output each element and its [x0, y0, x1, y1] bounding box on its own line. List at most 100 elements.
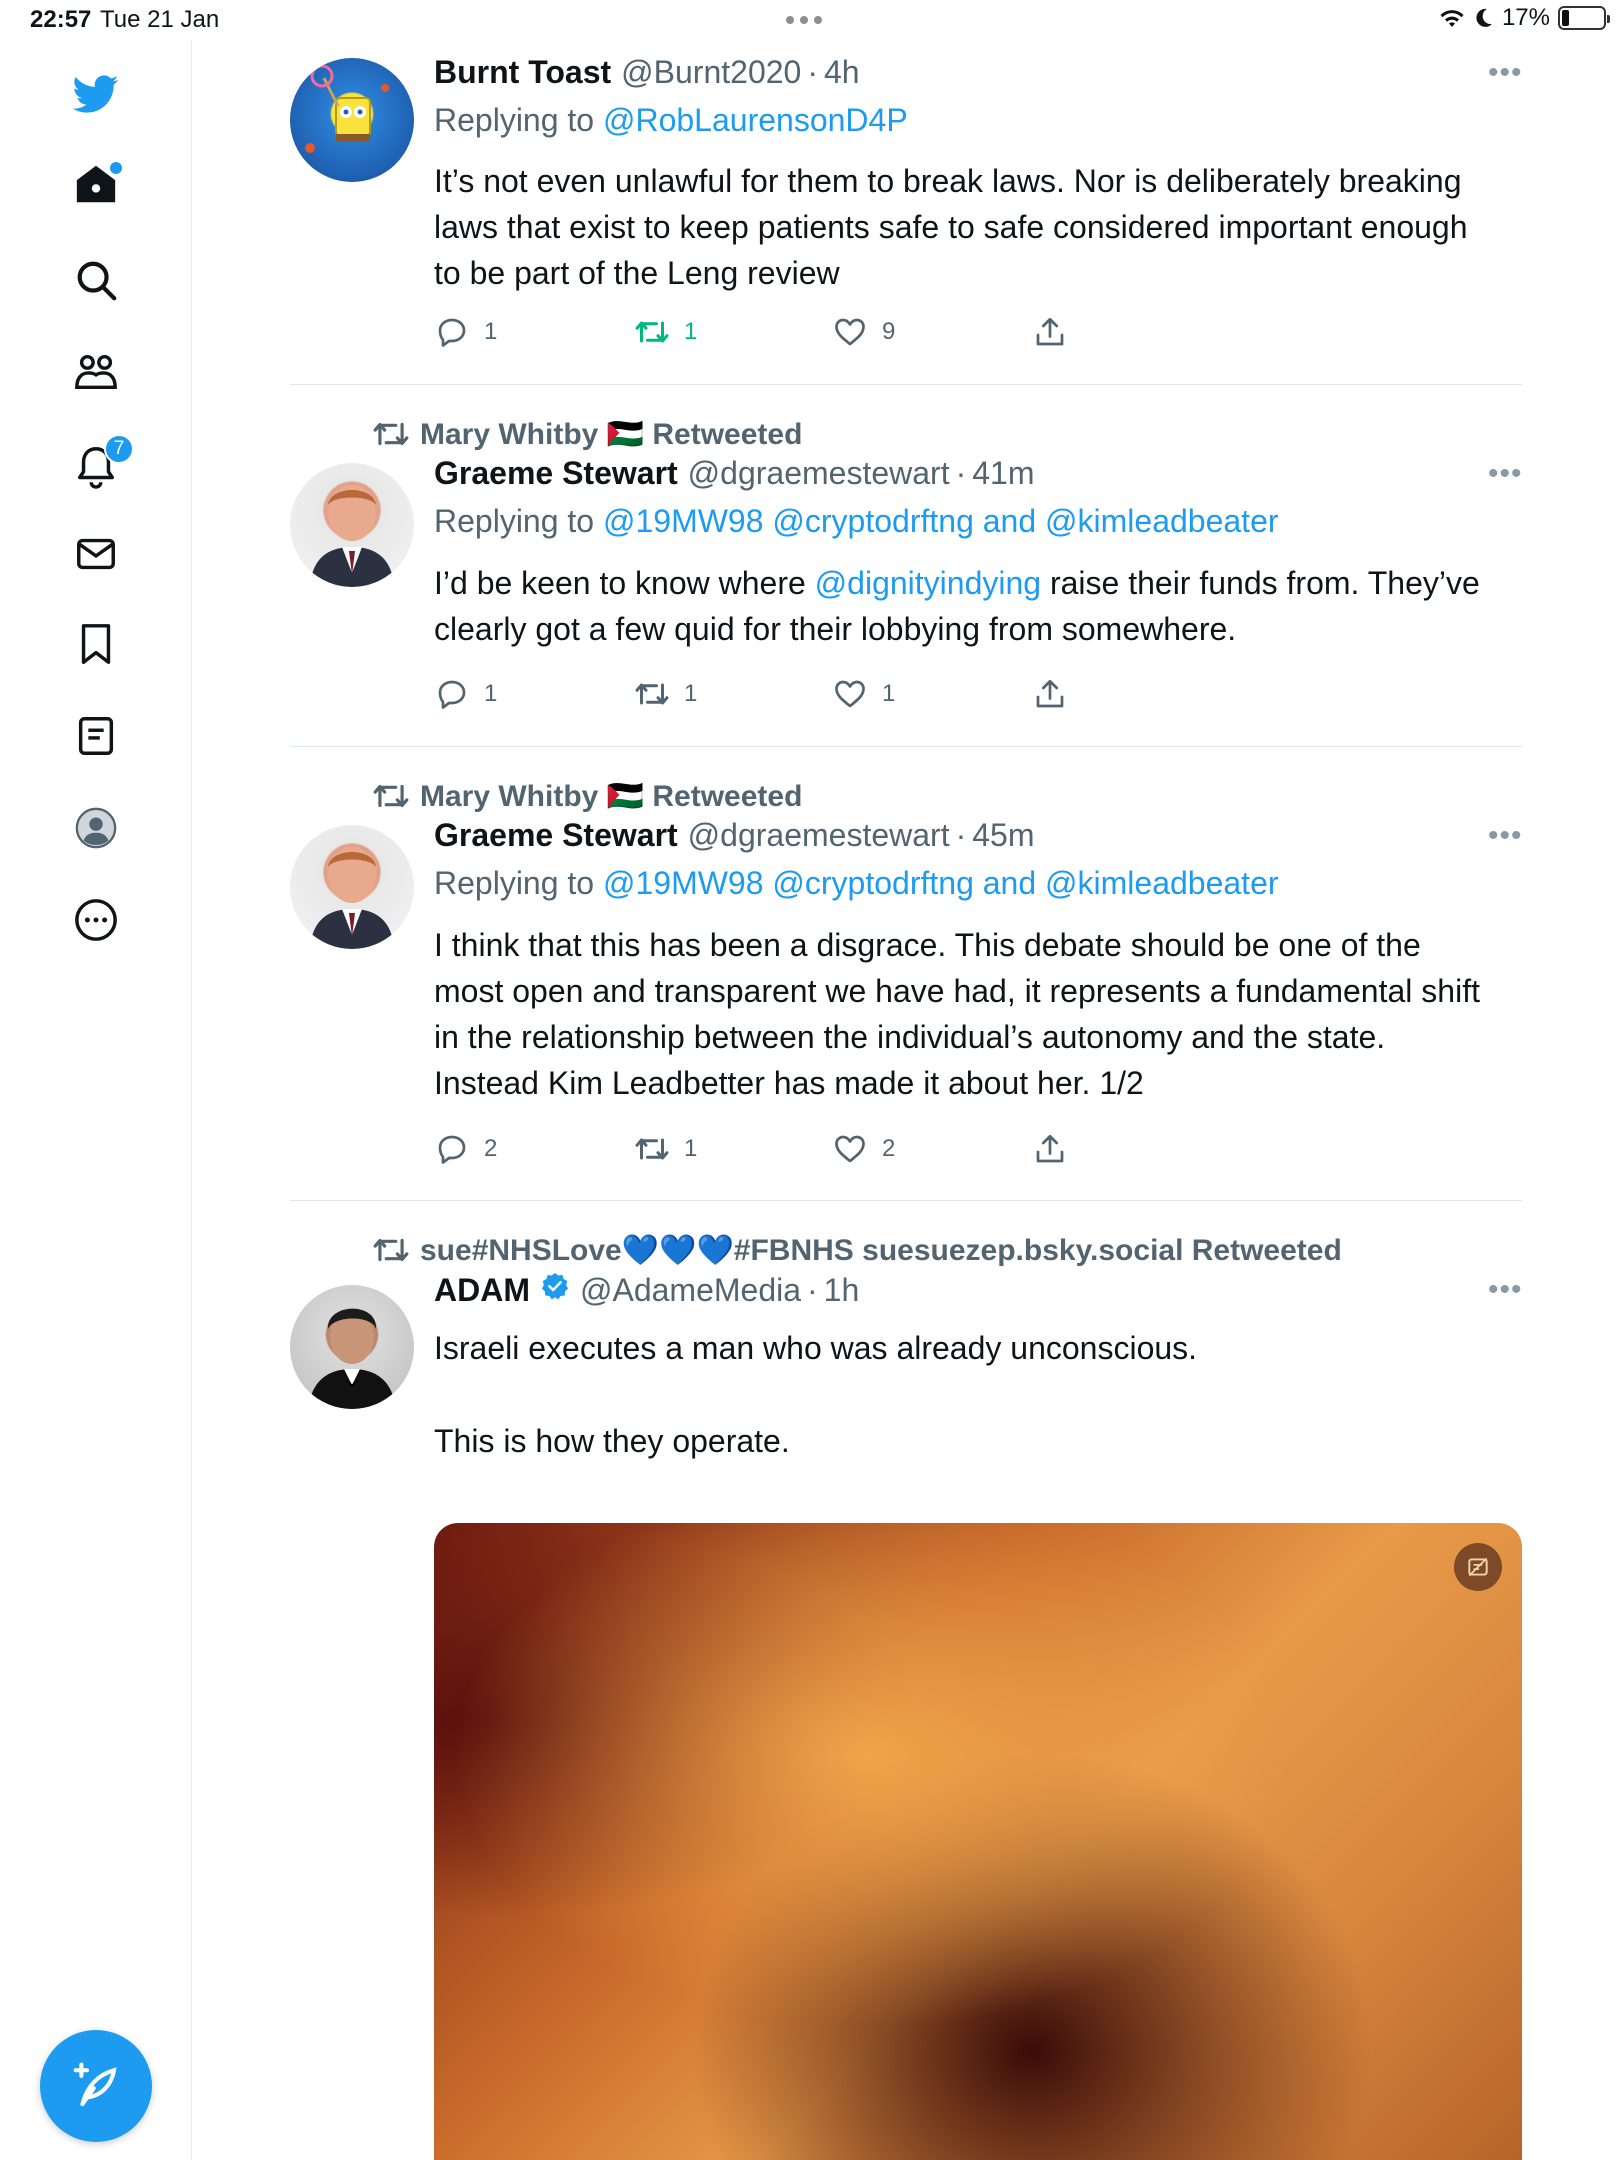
author-handle[interactable]: @dgraemestewart — [688, 455, 950, 492]
spongebob-avatar-image — [305, 64, 389, 153]
author-name[interactable]: ADAM — [434, 1272, 530, 1309]
author-handle[interactable]: @dgraemestewart — [688, 817, 950, 854]
mention-link[interactable]: @dignityindying — [815, 565, 1041, 601]
tweet-header: ADAM @AdameMedia · 1h — [434, 1271, 859, 1309]
share-button[interactable] — [1032, 676, 1068, 712]
retweeted-by-line[interactable]: Mary Whitby 🇵🇸 Retweeted — [372, 415, 802, 453]
replying-to-label: Replying to — [434, 503, 595, 539]
author-name[interactable]: Graeme Stewart — [434, 817, 678, 854]
reply-button[interactable]: 2 — [434, 1131, 497, 1167]
compose-feather-icon — [73, 2062, 117, 2107]
retweet-icon — [635, 1138, 669, 1160]
replying-to-mention[interactable]: @RobLaurensonD4P — [603, 102, 908, 138]
avatar[interactable] — [290, 58, 414, 182]
sidebar-item-search[interactable] — [60, 244, 132, 316]
share-button[interactable] — [1032, 314, 1068, 350]
tweet-more-button[interactable]: ••• — [1488, 819, 1523, 853]
avatar[interactable] — [290, 1285, 414, 1409]
twitter-logo-icon[interactable] — [60, 58, 132, 130]
author-name[interactable]: Burnt Toast — [434, 54, 611, 91]
tweet-more-button[interactable]: ••• — [1488, 1273, 1523, 1307]
home-unread-dot — [110, 162, 122, 174]
tweet-more-button[interactable]: ••• — [1488, 457, 1523, 491]
retweet-button[interactable]: 1 — [634, 676, 697, 712]
divider — [290, 746, 1522, 747]
replying-to-mention[interactable]: @19MW98 @cryptodrftng and @kimleadbeater — [603, 865, 1279, 901]
sidebar-item-notifications[interactable]: 7 — [60, 430, 134, 502]
retweet-button[interactable]: 1 — [634, 314, 697, 350]
tweet-header: Graeme Stewart @dgraemestewart · 45m — [434, 817, 1035, 854]
sidebar-item-home[interactable] — [60, 148, 132, 220]
tweet-more-button[interactable]: ••• — [1488, 56, 1523, 90]
more-circle-icon — [75, 899, 117, 941]
replying-to-mention[interactable]: @19MW98 @cryptodrftng and @kimleadbeater — [603, 503, 1279, 539]
wifi-icon — [1440, 10, 1464, 27]
notifications-badge: 7 — [104, 434, 134, 464]
reply-count: 2 — [484, 1135, 498, 1162]
sidebar-item-more[interactable] — [60, 884, 132, 956]
tweet-video[interactable] — [434, 1523, 1522, 2160]
heart-icon — [835, 318, 865, 346]
verified-badge-icon — [541, 1272, 569, 1300]
sidebar-item-lists[interactable] — [60, 700, 132, 772]
replying-to-line: Replying to @19MW98 @cryptodrftng and @k… — [434, 865, 1279, 902]
sidebar-item-bookmarks[interactable] — [60, 608, 132, 680]
heart-icon — [835, 680, 865, 708]
reply-count: 1 — [484, 680, 498, 707]
battery-percent: 17% — [1501, 4, 1550, 31]
compose-tweet-button[interactable] — [40, 2030, 152, 2142]
tweet-time[interactable]: 41m — [972, 455, 1034, 492]
mail-icon — [77, 538, 115, 570]
avatar[interactable] — [290, 825, 414, 949]
like-count: 2 — [882, 1135, 896, 1162]
retweeted-by-line[interactable]: sue#NHSLove💙💙💙#FBNHS suesuezep.bsky.soci… — [372, 1231, 1342, 1269]
dot-separator: · — [807, 54, 818, 90]
retweet-icon — [373, 1238, 409, 1262]
tweet-text: I think that this has been a disgrace. T… — [434, 927, 1480, 1101]
multitasking-dots[interactable] — [786, 16, 822, 24]
reply-button[interactable]: 1 — [434, 314, 497, 350]
divider — [290, 384, 1522, 385]
moon-icon — [1476, 8, 1492, 27]
sidebar-nav: 7 — [0, 40, 192, 2160]
status-time: 22:57 — [30, 6, 92, 33]
sidebar-item-communities[interactable] — [60, 336, 132, 408]
retweet-icon — [635, 683, 669, 705]
people-icon — [75, 354, 117, 390]
author-handle[interactable]: @AdameMedia — [580, 1272, 801, 1309]
list-icon — [78, 717, 114, 755]
search-icon — [77, 261, 117, 301]
reply-button[interactable]: 1 — [434, 676, 497, 712]
like-button[interactable]: 1 — [832, 676, 895, 712]
replying-to-label: Replying to — [434, 102, 595, 138]
author-name[interactable]: Graeme Stewart — [434, 455, 678, 492]
bookmark-icon — [81, 624, 111, 664]
tweet-time[interactable]: 1h — [824, 1272, 860, 1309]
retweeted-by-text: Mary Whitby 🇵🇸 Retweeted — [420, 417, 803, 451]
retweet-icon — [373, 784, 409, 808]
tweet-time[interactable]: 4h — [824, 54, 860, 91]
tweet-time[interactable]: 45m — [972, 817, 1034, 854]
retweeted-by-line[interactable]: Mary Whitby 🇵🇸 Retweeted — [372, 777, 802, 815]
tweet-text: Israeli executes a man who was already u… — [434, 1325, 1494, 1464]
tweet-text-line: This is how they operate. — [434, 1423, 790, 1459]
heart-icon — [835, 1135, 865, 1163]
like-button[interactable]: 2 — [832, 1131, 895, 1167]
status-bar: 22:57 Tue 21 Jan 17% — [0, 0, 1620, 40]
tweet-actions: 2 1 2 — [434, 1131, 1114, 1171]
reply-icon — [438, 680, 466, 709]
content-warning-icon[interactable] — [1454, 1543, 1502, 1591]
tweet-header: Burnt Toast @Burnt2020 · 4h — [434, 54, 860, 91]
avatar[interactable] — [290, 463, 414, 587]
author-handle[interactable]: @Burnt2020 — [621, 54, 801, 91]
tweet-actions: 1 1 9 — [434, 314, 1114, 354]
tweet-text: I’d be keen to know where @dignityindyin… — [434, 560, 1494, 652]
sidebar-item-profile[interactable] — [60, 792, 132, 864]
like-button[interactable]: 9 — [832, 314, 895, 350]
share-icon — [1036, 1134, 1064, 1163]
status-date: Tue 21 Jan — [100, 6, 220, 33]
share-button[interactable] — [1032, 1131, 1068, 1167]
retweet-button[interactable]: 1 — [634, 1131, 697, 1167]
replying-to-line: Replying to @19MW98 @cryptodrftng and @k… — [434, 503, 1279, 540]
sidebar-item-messages[interactable] — [60, 518, 132, 590]
